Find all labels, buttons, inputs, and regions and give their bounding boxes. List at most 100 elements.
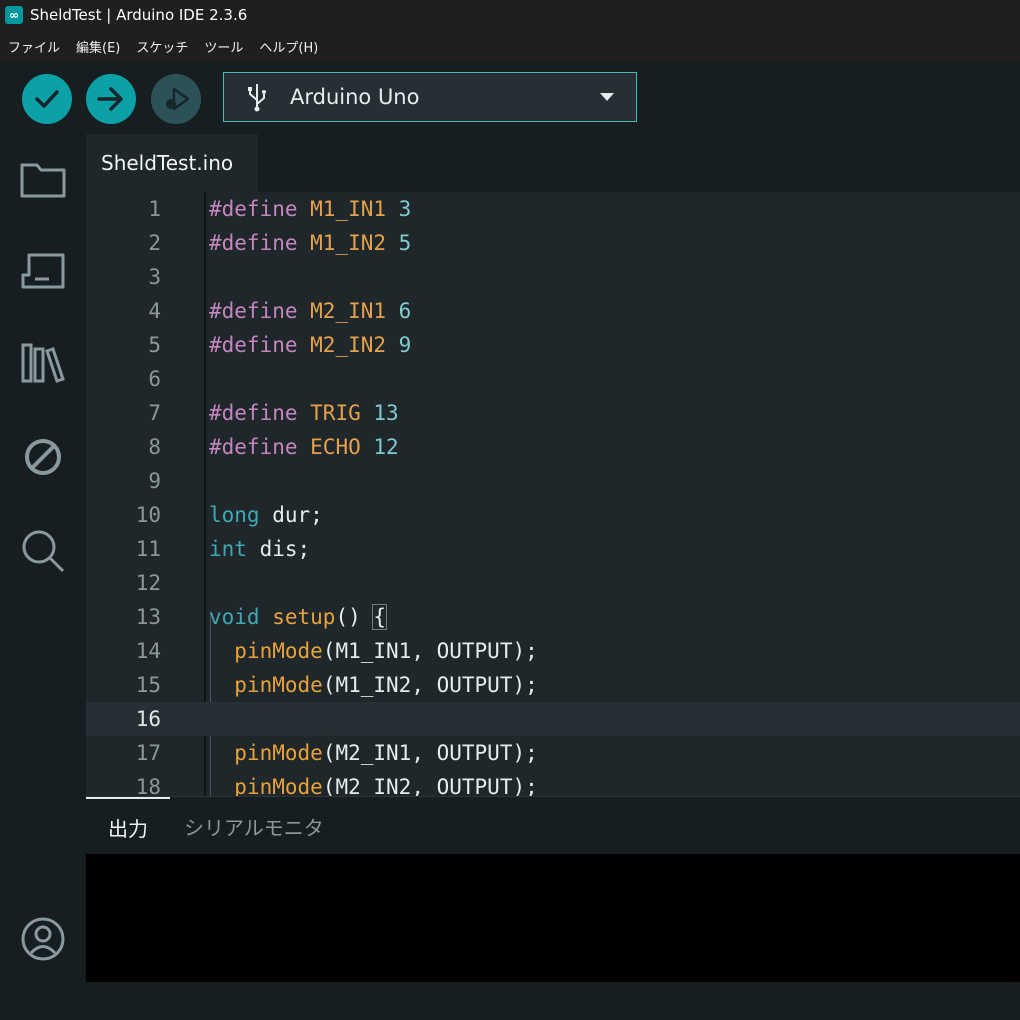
line-number: 5 [148, 333, 161, 357]
window-title: SheldTest | Arduino IDE 2.3.6 [30, 6, 248, 24]
code-line[interactable]: 12 [86, 566, 1020, 600]
code-text: int dis; [209, 532, 310, 566]
code-line[interactable]: 14 pinMode(M1_IN1, OUTPUT); [86, 634, 1020, 668]
code-line[interactable]: 17 pinMode(M2_IN1, OUTPUT); [86, 736, 1020, 770]
upload-button[interactable] [86, 74, 136, 124]
arrow-right-icon [97, 87, 123, 111]
menu-sketch[interactable]: スケッチ [128, 37, 196, 56]
menu-bar: ファイル 編集(E) スケッチ ツール ヘルプ(H) [0, 30, 1020, 62]
toolbar: Arduino Uno [0, 62, 1020, 134]
line-number: 6 [148, 367, 161, 391]
line-number: 16 [135, 707, 161, 731]
code-line[interactable]: 5 #define M2_IN2 9 [86, 328, 1020, 362]
line-number: 2 [148, 231, 161, 255]
line-number: 7 [148, 401, 161, 425]
code-token: { [372, 604, 388, 630]
code-text: #define M2_IN1 6 [209, 294, 411, 328]
code-line[interactable]: 6 [86, 362, 1020, 396]
code-line[interactable]: 2 #define M1_IN2 5 [86, 226, 1020, 260]
line-number: 13 [135, 605, 161, 629]
line-number: 14 [135, 639, 161, 663]
tab-sheldtest-ino[interactable]: SheldTest.ino [86, 134, 258, 192]
code-token: (M2_IN1, OUTPUT); [322, 741, 538, 765]
code-token: #define [209, 435, 311, 459]
editor-tab-bar: SheldTest.ino [86, 134, 1020, 192]
code-token: pinMode [234, 673, 323, 697]
line-number: 4 [148, 299, 161, 323]
tab-serial-monitor[interactable]: シリアルモニタ [184, 797, 324, 855]
menu-edit[interactable]: 編集(E) [68, 37, 128, 56]
title-bar: ∞ SheldTest | Arduino IDE 2.3.6 [0, 0, 1020, 30]
line-number: 11 [135, 537, 161, 561]
activity-sidebar [0, 134, 86, 1020]
code-token: TRIG [310, 401, 374, 425]
code-line[interactable]: 10 long dur; [86, 498, 1020, 532]
folder-icon[interactable] [18, 154, 68, 204]
library-icon[interactable] [18, 338, 68, 388]
code-token: #define [209, 231, 311, 255]
code-token: pinMode [234, 639, 323, 663]
code-token: ECHO [310, 435, 374, 459]
code-line[interactable]: 7 #define TRIG 13 [86, 396, 1020, 430]
output-panel-tabs: 出力 シリアルモニタ [86, 796, 1020, 855]
code-token: (M1_IN2, OUTPUT); [322, 673, 538, 697]
code-text: #define TRIG 13 [209, 396, 399, 430]
code-token: #define [209, 333, 311, 357]
code-editor[interactable]: 1 #define M1_IN1 3 2 #define M1_IN2 5 3 4 #def… [86, 192, 1020, 796]
menu-tools[interactable]: ツール [196, 37, 251, 56]
menu-help[interactable]: ヘルプ(H) [251, 37, 326, 56]
debug-icon [166, 87, 190, 111]
code-token: () [335, 605, 374, 629]
code-line[interactable]: 9 [86, 464, 1020, 498]
code-token: M2_IN2 [310, 333, 399, 357]
code-token: pinMode [234, 741, 323, 765]
code-token: #define [209, 401, 311, 425]
code-line[interactable]: 1 #define M1_IN1 3 [86, 192, 1020, 226]
code-token: void [209, 605, 273, 629]
arduino-logo-icon: ∞ [5, 6, 23, 24]
code-text: pinMode(M2_IN1, OUTPUT); [209, 736, 538, 770]
code-token: pinMode [234, 775, 323, 796]
code-line[interactable]: 11 int dis; [86, 532, 1020, 566]
menu-file[interactable]: ファイル [0, 37, 68, 56]
code-token: 13 [373, 401, 399, 425]
code-token: 12 [373, 435, 399, 459]
debug-disabled-icon[interactable] [18, 432, 68, 482]
line-number: 18 [135, 775, 161, 796]
code-line[interactable]: 16 [86, 702, 1020, 736]
search-icon[interactable] [18, 526, 68, 576]
account-icon[interactable] [18, 914, 68, 964]
board-selector[interactable]: Arduino Uno [223, 72, 637, 122]
line-number: 9 [148, 469, 161, 493]
code-text: #define ECHO 12 [209, 430, 399, 464]
line-number: 17 [135, 741, 161, 765]
code-line[interactable]: 15 pinMode(M1_IN2, OUTPUT); [86, 668, 1020, 702]
code-text: #define M1_IN1 3 [209, 192, 411, 226]
output-console[interactable] [86, 854, 1020, 982]
status-bar [86, 982, 1020, 1020]
code-token: (M1_IN1, OUTPUT); [322, 639, 538, 663]
code-line[interactable]: 13 void setup() { [86, 600, 1020, 634]
code-token: (M2_IN2, OUTPUT); [322, 775, 538, 796]
code-line[interactable]: 4 #define M2_IN1 6 [86, 294, 1020, 328]
code-line[interactable]: 18 pinMode(M2_IN2, OUTPUT); [86, 770, 1020, 796]
code-text: pinMode(M1_IN2, OUTPUT); [209, 668, 538, 702]
tab-serial-monitor-label: シリアルモニタ [184, 815, 324, 840]
code-text: #define M1_IN2 5 [209, 226, 411, 260]
tab-output-label: 出力 [108, 816, 148, 841]
verify-button[interactable] [22, 74, 72, 124]
board-manager-icon[interactable] [18, 246, 68, 296]
debug-button[interactable] [151, 74, 201, 124]
code-line[interactable]: 8 #define ECHO 12 [86, 430, 1020, 464]
line-number: 1 [148, 197, 161, 221]
code-token: #define [209, 197, 311, 221]
code-line[interactable]: 3 [86, 260, 1020, 294]
tab-output[interactable]: 出力 [86, 797, 170, 855]
code-token: dur; [272, 503, 323, 527]
code-token: #define [209, 299, 311, 323]
code-text: #define M2_IN2 9 [209, 328, 411, 362]
